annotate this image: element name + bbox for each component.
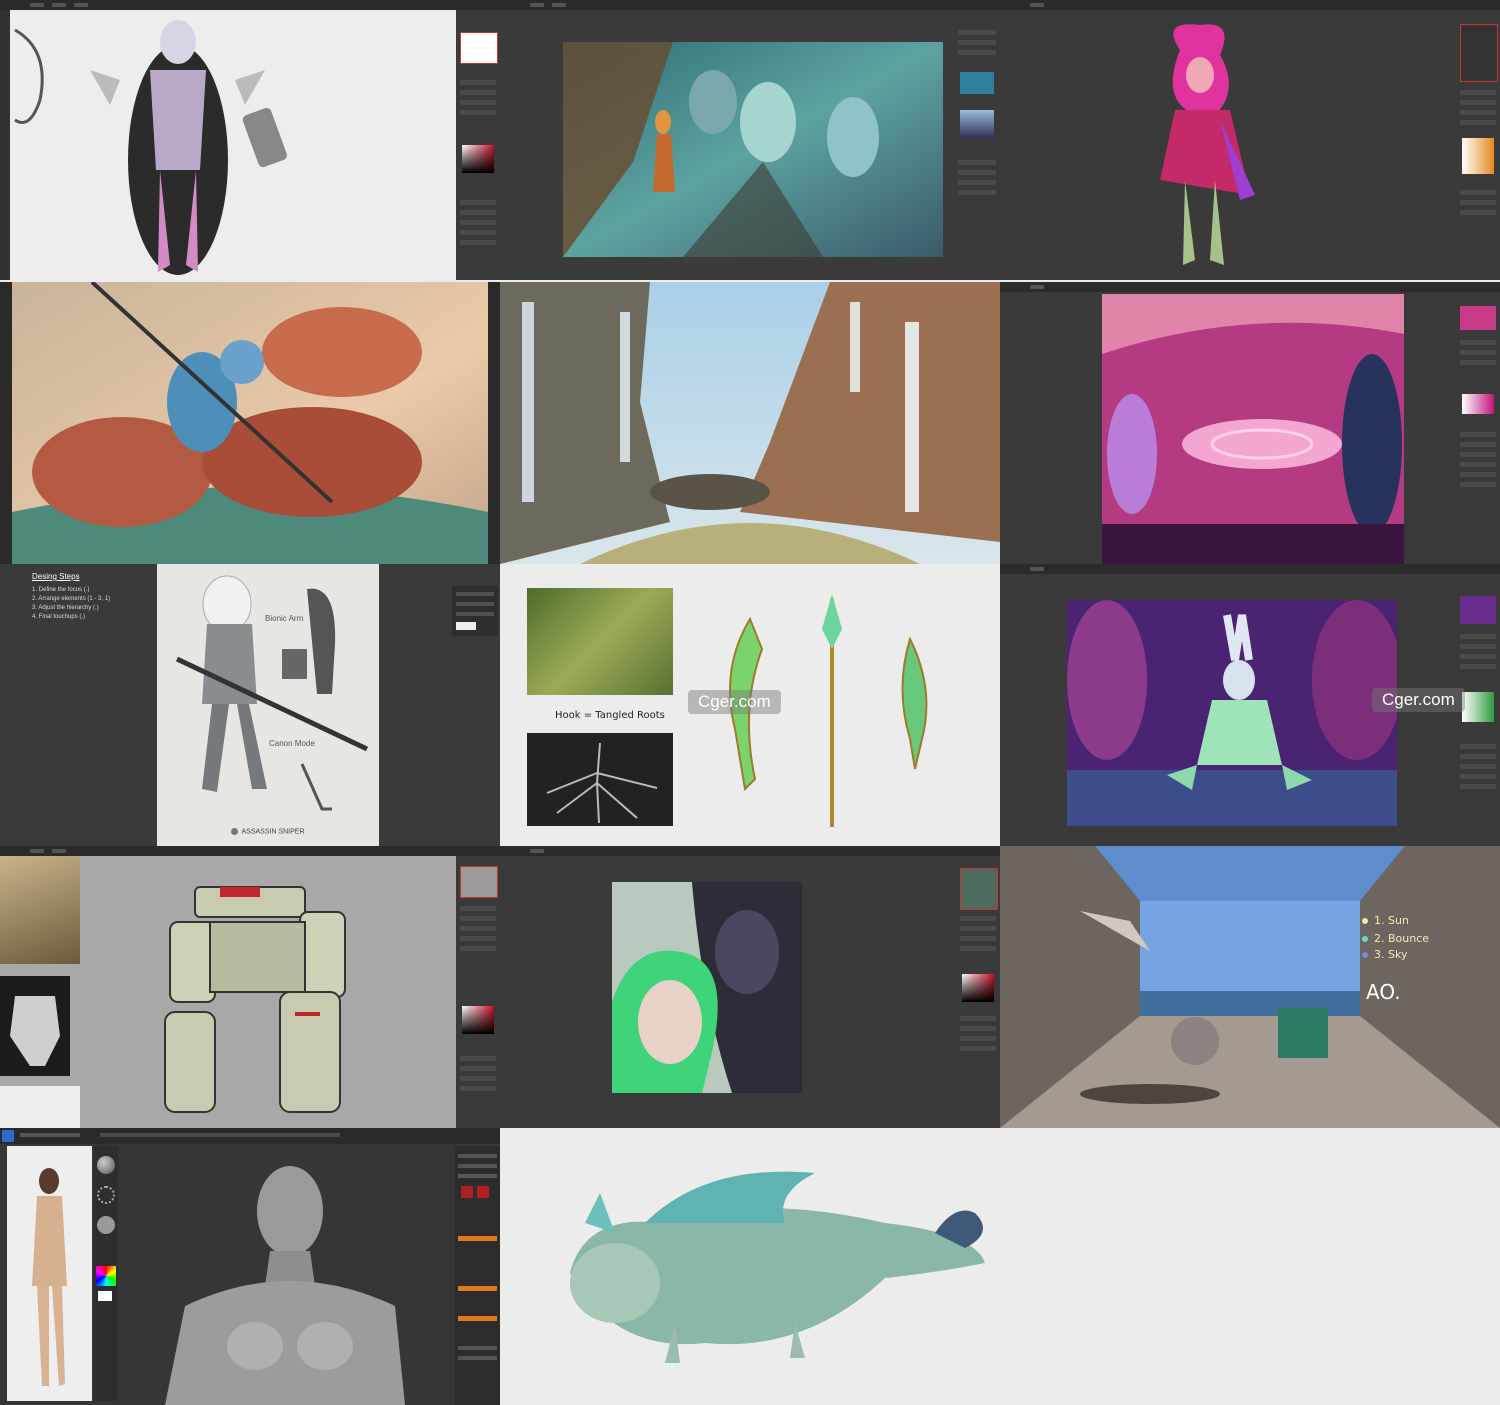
ps-layers-panel[interactable]: [956, 856, 1000, 1128]
design-step: 3. Adjust the hierarchy (.): [32, 605, 99, 611]
sniper-figure: [175, 575, 369, 811]
stroke-icon[interactable]: [97, 1186, 115, 1204]
canvas-magenta-environment: [1102, 294, 1404, 564]
tile-design-steps-sniper: Desing Steps 1. Define the focus (.) 2. …: [0, 564, 500, 846]
canvas-creature: [570, 1171, 985, 1363]
tile-creature-painting: [500, 1128, 1000, 1405]
canvas-canyon: [500, 282, 1000, 564]
ps-menubar: [1000, 0, 1500, 10]
tile-photoshop-magenta-environment: [1000, 282, 1500, 564]
tile-empty: [1000, 1128, 1500, 1405]
ref-mech-render: [0, 976, 70, 1076]
color-swatch[interactable]: [98, 1291, 112, 1301]
canvas-pink-character: [1160, 24, 1255, 265]
tile-photoshop-character-white: [0, 0, 500, 280]
watermark: Cger.com: [1372, 688, 1465, 712]
sheet-label: Canon Mode: [269, 739, 315, 748]
ps-menubar: [0, 846, 500, 856]
ps-layers-panel[interactable]: [456, 10, 500, 280]
sheet-caption-text: ASSASSIN SNIPER: [241, 828, 305, 836]
tile-photoshop-pink-character: [1000, 0, 1500, 280]
ps-menubar: [1000, 564, 1500, 574]
ref-tank-image: [0, 856, 80, 964]
tree-roots-photo: [527, 733, 673, 826]
tile-painting-crab-battle: [0, 282, 500, 564]
zbrush-right-palette[interactable]: [455, 1146, 500, 1405]
tile-roots-weapons: Hook = Tangled Roots Cger.com: [500, 564, 1000, 846]
ps-layers-panel[interactable]: [456, 856, 500, 1128]
lighting-item-label: 2. Bounce: [1374, 932, 1430, 945]
ps-menubar: [500, 846, 1000, 856]
ps-menubar: [500, 0, 1000, 10]
zbrush-toolbar[interactable]: [0, 1128, 500, 1144]
watermark: Cger.com: [688, 690, 781, 714]
lighting-item-label: 3. Sky: [1374, 948, 1408, 961]
canvas-lighting-scene: [1000, 846, 1500, 1128]
design-step: 4. Final touchups (.): [32, 614, 86, 620]
ao-label: AO.: [1366, 980, 1401, 1004]
sniper-sheet: Bionic Arm Canon Mode ASSASSIN SNIPER: [157, 564, 379, 846]
ps-properties-panel[interactable]: [452, 586, 498, 636]
tile-painting-canyon: [500, 282, 1000, 564]
design-step: 2. Arrange elements (1 - 3, 1): [32, 596, 111, 602]
reference-photo: [7, 1146, 92, 1401]
canvas-cave-art: [563, 42, 943, 257]
tile-photoshop-bunny-character: Cger.com: [1000, 564, 1500, 846]
bounce-dot-icon: [1362, 936, 1368, 942]
moss-roots-photo: [527, 588, 673, 695]
zbrush-logo-icon[interactable]: [2, 1130, 14, 1142]
canvas-bunny-character: [1067, 600, 1397, 826]
sheet-label: Bionic Arm: [265, 614, 304, 623]
ps-menubar: [1000, 282, 1500, 292]
tile-lighting-setup: 1. Sun 2. Bounce 3. Sky AO.: [1000, 846, 1500, 1128]
design-step: 1. Define the focus (.): [32, 587, 90, 593]
design-steps-title: Desing Steps: [32, 572, 80, 581]
sky-dot-icon: [1362, 952, 1368, 958]
sun-dot-icon: [1362, 918, 1368, 924]
design-steps-list: 1. Define the focus (.) 2. Arrange eleme…: [32, 586, 110, 622]
ref-sketch: [0, 1086, 80, 1128]
brush-sphere-icon[interactable]: [97, 1156, 115, 1174]
ps-layers-panel[interactable]: [1456, 10, 1500, 280]
ps-layers-panel[interactable]: [954, 10, 1000, 280]
screenshot-grid: Desing Steps 1. Define the focus (.) 2. …: [0, 0, 1500, 1405]
tile-photoshop-cave-painting: [500, 0, 1000, 280]
ps-toolbar[interactable]: [0, 10, 10, 280]
tile-photoshop-mech-concept: [0, 846, 500, 1128]
tile-zbrush-sculpt: [0, 1128, 500, 1405]
ps-layers-panel[interactable]: [1456, 292, 1500, 564]
canvas-mech: [164, 886, 346, 1113]
tile-photoshop-portrait: [500, 846, 1000, 1128]
canvas-character-art: [14, 20, 287, 275]
ps-menubar: [0, 0, 500, 10]
sheet-caption: ASSASSIN SNIPER: [157, 828, 379, 835]
tangled-roots-note: Hook = Tangled Roots: [555, 710, 665, 721]
canvas-portrait: [612, 882, 802, 1093]
zbrush-viewport[interactable]: [125, 1146, 440, 1405]
material-icon[interactable]: [97, 1216, 115, 1234]
color-picker-icon[interactable]: [96, 1266, 116, 1286]
info-circle-icon: [231, 828, 239, 835]
canvas-crab-battle: [12, 282, 488, 564]
zbrush-left-shelf[interactable]: [94, 1146, 118, 1401]
lighting-item-label: 1. Sun: [1374, 914, 1409, 927]
